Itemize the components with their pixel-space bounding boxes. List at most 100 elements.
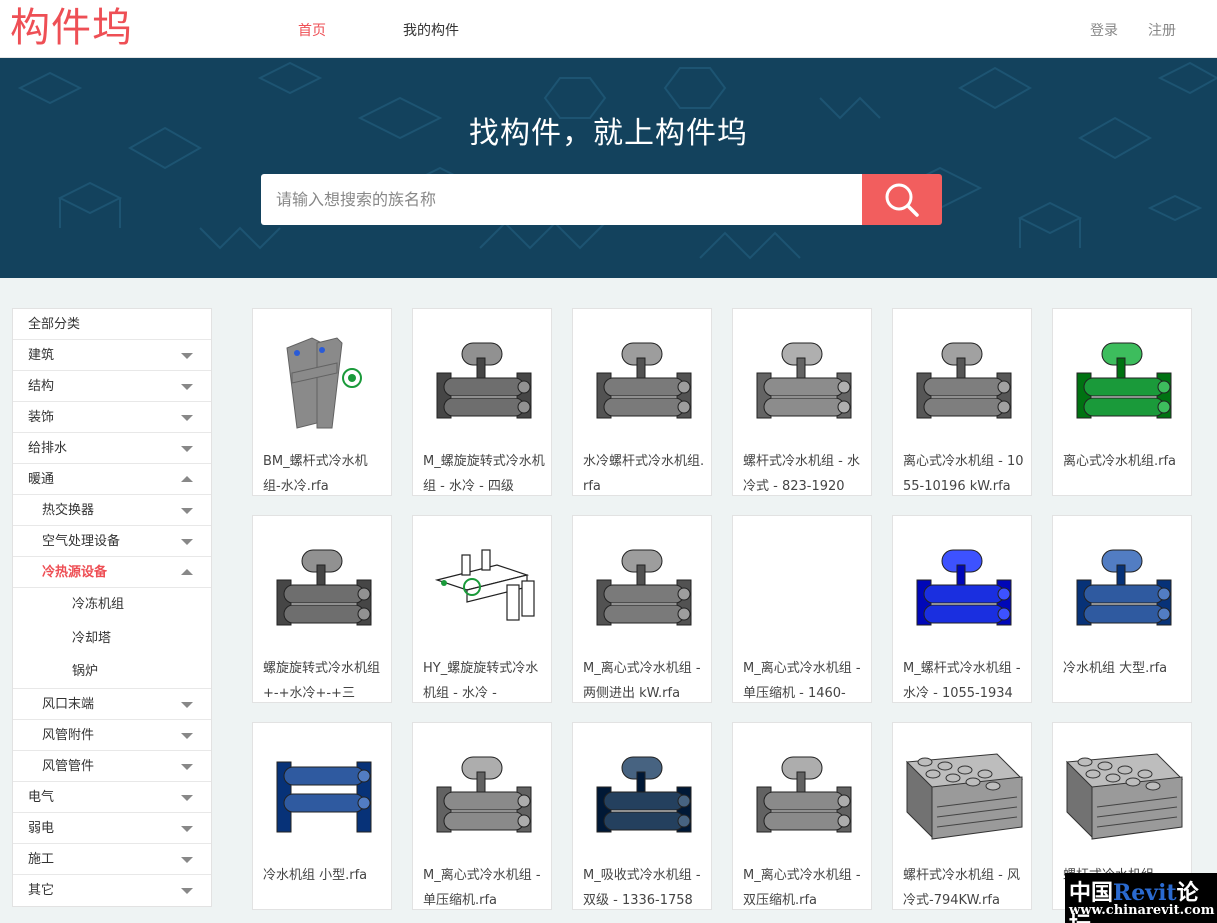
- search-input[interactable]: [261, 174, 863, 225]
- component-name[interactable]: 螺杆式冷水机组 - 风冷式-794KW.rfa: [903, 863, 1025, 909]
- component-name[interactable]: 冷水机组 大型.rfa: [1063, 656, 1185, 702]
- search-button[interactable]: [862, 174, 942, 225]
- component-name[interactable]: 离心式冷水机组 - 1055-10196 kW.rfa: [903, 449, 1025, 495]
- caret-down-icon[interactable]: [181, 856, 193, 863]
- sidebar-item-category[interactable]: 结构: [13, 371, 211, 402]
- component-name[interactable]: 螺杆式冷水机组 - 水冷式 - 823-1920: [743, 449, 865, 495]
- nav-my-components[interactable]: 我的构件: [403, 20, 459, 40]
- sidebar-item-label: 结构: [28, 379, 55, 394]
- component-thumbnail[interactable]: [1053, 516, 1191, 654]
- component-card[interactable]: HY_螺旋旋转式冷水机组 - 水冷 -: [412, 515, 552, 703]
- component-card[interactable]: 螺杆式冷水机组 - 水冷式 - 823-1920: [732, 308, 872, 496]
- component-name[interactable]: M_离心式冷水机组 - 两侧进出 kW.rfa: [583, 656, 705, 702]
- component-thumbnail[interactable]: [893, 723, 1031, 861]
- sidebar-item-category[interactable]: 弱电: [13, 813, 211, 844]
- component-name[interactable]: M_离心式冷水机组 - 双压缩机.rfa: [743, 863, 865, 909]
- register-link[interactable]: 注册: [1148, 20, 1176, 40]
- sidebar-item-label: 空气处理设备: [42, 534, 121, 549]
- site-logo[interactable]: 构件坞: [10, 3, 133, 53]
- sidebar-item-category[interactable]: 建筑: [13, 340, 211, 371]
- watermark: 中国Revit论坛 www.chinarevit.com: [1065, 873, 1217, 923]
- component-name[interactable]: BM_螺杆式冷水机组-水冷.rfa: [263, 449, 385, 495]
- login-link[interactable]: 登录: [1090, 20, 1118, 40]
- caret-up-icon[interactable]: [181, 476, 193, 482]
- sidebar-item-category[interactable]: 装饰: [13, 402, 211, 433]
- caret-down-icon[interactable]: [181, 415, 193, 421]
- sidebar-item-category[interactable]: 电气: [13, 782, 211, 813]
- component-name[interactable]: M_吸收式冷水机组 - 双级 - 1336-1758: [583, 863, 705, 909]
- component-card[interactable]: M_吸收式冷水机组 - 双级 - 1336-1758: [572, 722, 712, 910]
- caret-down-icon[interactable]: [181, 794, 193, 801]
- sidebar-item-label: 冷却塔: [72, 630, 112, 646]
- component-thumbnail[interactable]: [573, 723, 711, 861]
- component-name[interactable]: M_离心式冷水机组 - 单压缩机 - 1460-: [743, 656, 865, 702]
- sidebar-item-leaf[interactable]: 冷却塔: [13, 622, 211, 656]
- sidebar-item-category[interactable]: 热交换器: [13, 495, 211, 526]
- caret-down-icon[interactable]: [181, 701, 193, 708]
- sidebar-item-category[interactable]: 空气处理设备: [13, 526, 211, 557]
- component-card[interactable]: M_螺杆式冷水机组 - 水冷 - 1055-1934: [892, 515, 1032, 703]
- sidebar-item-label: 风管附件: [42, 727, 95, 743]
- component-thumbnail[interactable]: [733, 516, 871, 654]
- component-card[interactable]: M_离心式冷水机组 - 单压缩机.rfa: [412, 722, 552, 910]
- caret-down-icon[interactable]: [181, 353, 193, 359]
- caret-down-icon[interactable]: [181, 446, 193, 452]
- component-name[interactable]: M_螺旋旋转式冷水机组 - 水冷 - 四级: [423, 449, 545, 495]
- caret-up-icon[interactable]: [181, 569, 193, 575]
- component-card[interactable]: M_离心式冷水机组 - 两侧进出 kW.rfa: [572, 515, 712, 703]
- component-card[interactable]: M_离心式冷水机组 - 单压缩机 - 1460-: [732, 515, 872, 703]
- sidebar-item-category[interactable]: 施工: [13, 844, 211, 875]
- caret-down-icon[interactable]: [181, 825, 193, 832]
- component-thumbnail[interactable]: [1053, 723, 1191, 861]
- sidebar-item-leaf[interactable]: 锅炉: [13, 655, 211, 689]
- component-thumbnail[interactable]: [893, 516, 1031, 654]
- caret-down-icon[interactable]: [181, 887, 193, 894]
- category-all[interactable]: 全部分类: [13, 309, 211, 340]
- sidebar-item-category[interactable]: 风管管件: [13, 751, 211, 782]
- component-name[interactable]: 离心式冷水机组.rfa: [1063, 449, 1185, 495]
- component-thumbnail[interactable]: [1053, 309, 1191, 447]
- caret-down-icon[interactable]: [181, 763, 193, 770]
- component-name[interactable]: M_螺杆式冷水机组 - 水冷 - 1055-1934: [903, 656, 1025, 702]
- sidebar-item-category[interactable]: 冷热源设备: [13, 557, 211, 588]
- sidebar-item-category[interactable]: 其它: [13, 875, 211, 906]
- component-card[interactable]: 离心式冷水机组 - 1055-10196 kW.rfa: [892, 308, 1032, 496]
- nav-home[interactable]: 首页: [298, 20, 326, 40]
- component-name[interactable]: 水冷螺杆式冷水机组.rfa: [583, 449, 705, 495]
- sidebar-item-category[interactable]: 风口末端: [13, 689, 211, 720]
- component-name[interactable]: 冷水机组 小型.rfa: [263, 863, 385, 909]
- component-thumbnail[interactable]: [413, 516, 551, 654]
- component-thumbnail[interactable]: [413, 723, 551, 861]
- component-thumbnail[interactable]: [253, 516, 391, 654]
- component-name[interactable]: M_离心式冷水机组 - 单压缩机.rfa: [423, 863, 545, 909]
- component-card[interactable]: 冷水机组 小型.rfa: [252, 722, 392, 910]
- caret-down-icon[interactable]: [181, 384, 193, 390]
- component-thumbnail[interactable]: [413, 309, 551, 447]
- component-thumbnail[interactable]: [253, 309, 391, 447]
- caret-down-icon[interactable]: [181, 508, 193, 514]
- sidebar-item-label: 装饰: [28, 410, 55, 425]
- component-card[interactable]: M_螺旋旋转式冷水机组 - 水冷 - 四级: [412, 308, 552, 496]
- component-name[interactable]: 螺旋旋转式冷水机组+-+水冷+-+三: [263, 656, 385, 702]
- component-card[interactable]: 冷水机组 大型.rfa: [1052, 515, 1192, 703]
- component-name[interactable]: HY_螺旋旋转式冷水机组 - 水冷 -: [423, 656, 545, 702]
- component-card[interactable]: 螺旋旋转式冷水机组+-+水冷+-+三: [252, 515, 392, 703]
- component-thumbnail[interactable]: [573, 309, 711, 447]
- component-card[interactable]: 水冷螺杆式冷水机组.rfa: [572, 308, 712, 496]
- sidebar-item-category[interactable]: 风管附件: [13, 720, 211, 751]
- component-card[interactable]: M_离心式冷水机组 - 双压缩机.rfa: [732, 722, 872, 910]
- component-thumbnail[interactable]: [573, 516, 711, 654]
- watermark-url: www.chinarevit.com: [1069, 903, 1215, 918]
- component-thumbnail[interactable]: [733, 723, 871, 861]
- sidebar-item-leaf[interactable]: 冷冻机组: [13, 588, 211, 622]
- component-thumbnail[interactable]: [893, 309, 1031, 447]
- component-thumbnail[interactable]: [253, 723, 391, 861]
- component-card[interactable]: BM_螺杆式冷水机组-水冷.rfa: [252, 308, 392, 496]
- sidebar-item-category[interactable]: 暖通: [13, 464, 211, 495]
- caret-down-icon[interactable]: [181, 732, 193, 739]
- sidebar-item-category[interactable]: 给排水: [13, 433, 211, 464]
- component-card[interactable]: 螺杆式冷水机组 - 风冷式-794KW.rfa: [892, 722, 1032, 910]
- caret-down-icon[interactable]: [181, 539, 193, 545]
- component-card[interactable]: 离心式冷水机组.rfa: [1052, 308, 1192, 496]
- component-thumbnail[interactable]: [733, 309, 871, 447]
